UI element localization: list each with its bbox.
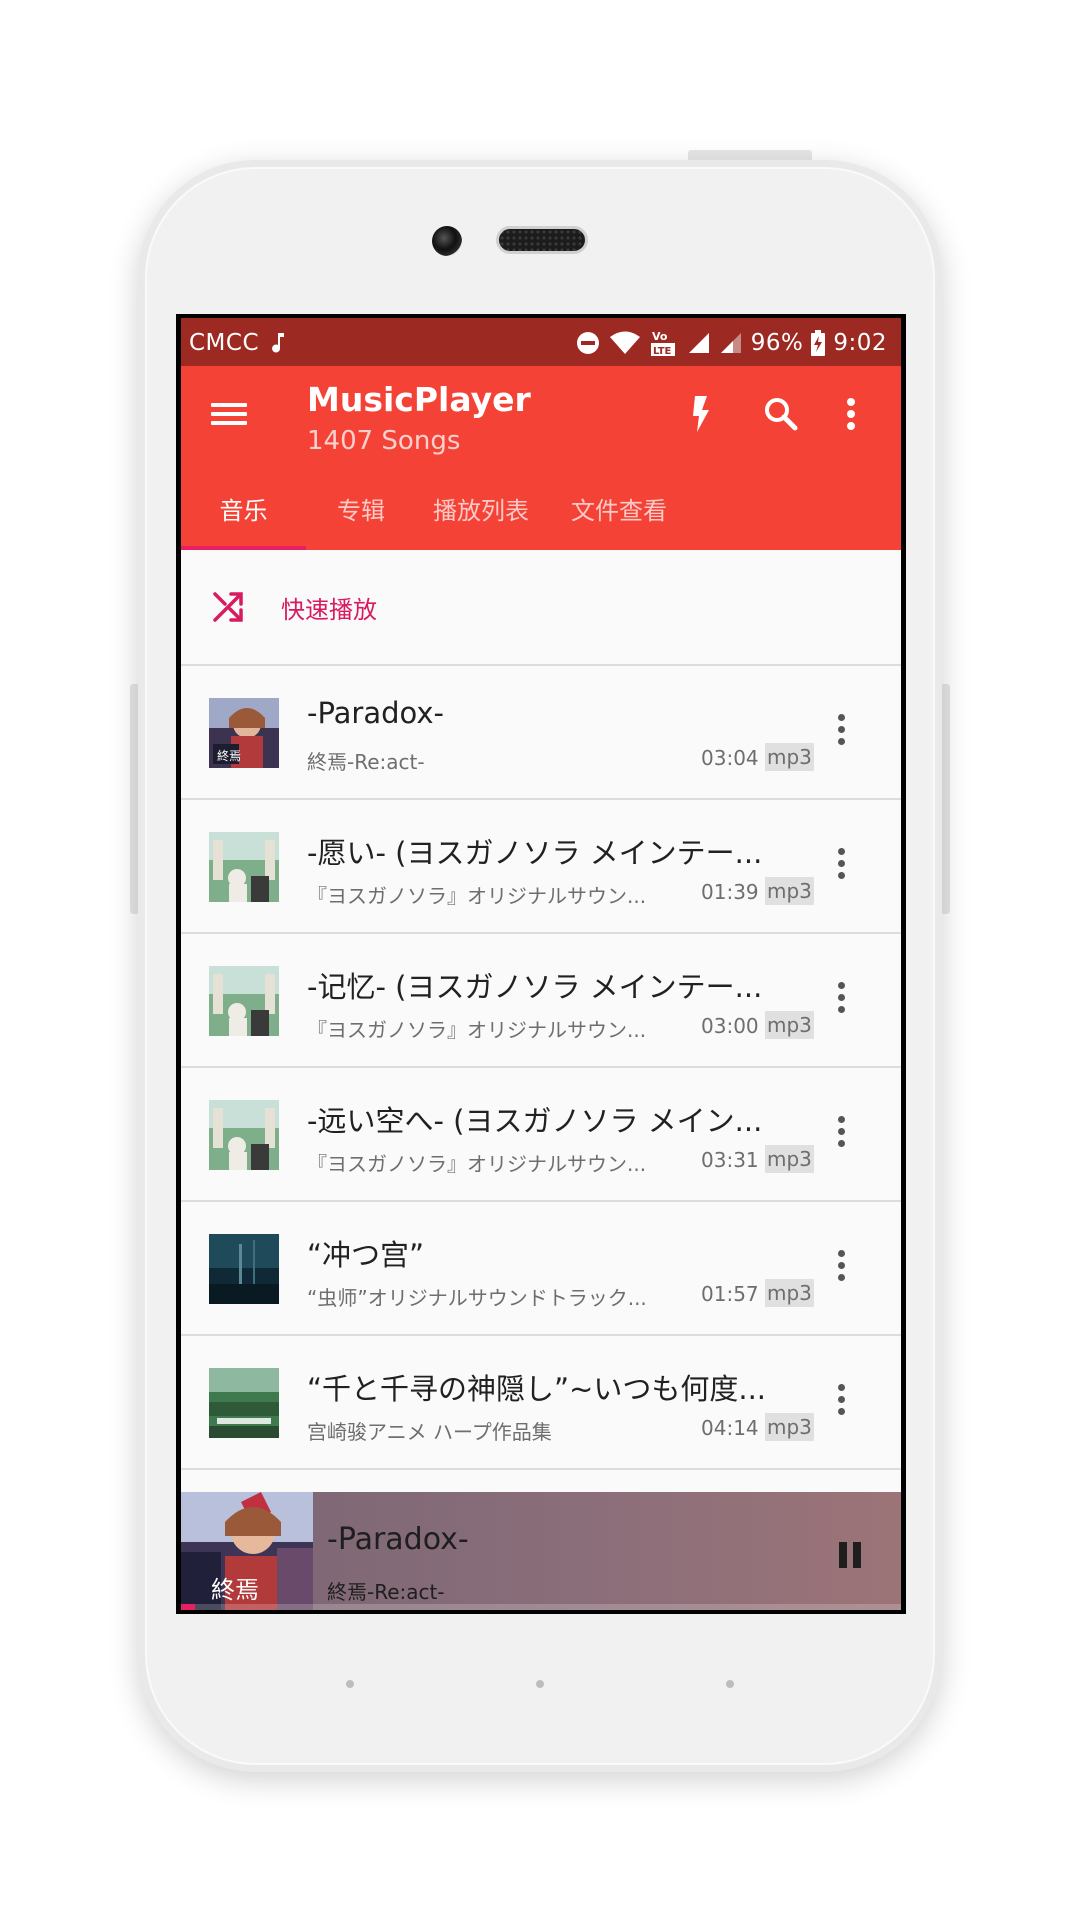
signal-icon-2: [720, 333, 741, 353]
song-more-icon[interactable]: [837, 714, 847, 750]
search-icon[interactable]: [757, 390, 805, 438]
tab-files[interactable]: 文件查看: [559, 476, 679, 550]
svg-text:LTE: LTE: [653, 346, 672, 357]
shuffle-icon: [213, 592, 243, 622]
song-list: 終焉 -Paradox- 終焉-Re:act- 03:04 mp3 -愿い- (…: [181, 666, 901, 1470]
song-row[interactable]: “冲つ宫” “虫师”オリジナルサウンドトラック... 01:57 mp3: [181, 1202, 901, 1336]
now-playing-bar[interactable]: 終焉 -Paradox- 終焉-Re:act-: [181, 1492, 901, 1610]
song-duration: 04:14: [701, 1416, 759, 1440]
song-row[interactable]: -记忆- (ヨスガノソラ メインテー... 『ヨスガノソラ』オリジナルサウン..…: [181, 934, 901, 1068]
volte-lte-icon: Vo LTE: [650, 330, 675, 357]
song-title: -Paradox-: [307, 696, 444, 730]
album-art: [209, 966, 279, 1036]
nav-recents-dot[interactable]: [726, 1680, 734, 1688]
flash-icon[interactable]: [677, 390, 725, 438]
song-more-icon[interactable]: [837, 982, 847, 1018]
song-album: 終焉-Re:act-: [307, 750, 425, 774]
tab-bar: 音乐 专辑 播放列表 文件查看: [181, 476, 901, 550]
song-album: 『ヨスガノソラ』オリジナルサウン...: [307, 1018, 647, 1042]
wifi-icon: [609, 331, 640, 354]
playback-progress-fill: [181, 1604, 196, 1610]
song-title: -愿い- (ヨスガノソラ メインテー...: [307, 836, 763, 870]
song-more-icon[interactable]: [837, 1116, 847, 1152]
app-screen: CMCC Vo LTE 96% 9:02 MusicPlayer 1407 So…: [181, 318, 901, 1610]
song-row[interactable]: -愿い- (ヨスガノソラ メインテー... 『ヨスガノソラ』オリジナルサウン..…: [181, 800, 901, 934]
tab-music[interactable]: 音乐: [181, 476, 306, 550]
song-title: -记忆- (ヨスガノソラ メインテー...: [307, 970, 763, 1004]
clock: 9:02: [833, 330, 887, 356]
album-art: [209, 1234, 279, 1304]
album-art: [209, 832, 279, 902]
song-album: 『ヨスガノソラ』オリジナルサウン...: [307, 884, 647, 908]
front-camera: [432, 226, 462, 256]
song-duration: 03:31: [701, 1148, 759, 1172]
song-row[interactable]: 終焉 -Paradox- 終焉-Re:act- 03:04 mp3: [181, 666, 901, 800]
format-badge: mp3: [765, 1011, 814, 1039]
song-count: 1407 Songs: [307, 426, 461, 456]
song-more-icon[interactable]: [837, 848, 847, 884]
song-album: “虫师”オリジナルサウンドトラック...: [307, 1286, 647, 1310]
format-badge: mp3: [765, 1413, 814, 1441]
shuffle-play-row[interactable]: 快速播放: [181, 550, 901, 666]
album-art: [209, 1368, 279, 1438]
song-duration: 03:04: [701, 746, 759, 770]
battery-percent: 96%: [750, 330, 804, 356]
song-row[interactable]: “千と千寻の神隠し”~いつも何度... 宫崎骏アニメ ハープ作品集 04:14 …: [181, 1336, 901, 1470]
music-note-icon: [272, 333, 285, 353]
hamburger-menu-icon[interactable]: [211, 400, 247, 436]
signal-icon: [688, 333, 709, 353]
pause-icon[interactable]: [839, 1542, 863, 1568]
song-album: 『ヨスガノソラ』オリジナルサウン...: [307, 1152, 647, 1176]
song-duration: 01:39: [701, 880, 759, 904]
format-badge: mp3: [765, 1279, 814, 1307]
earpiece-speaker: [496, 226, 588, 254]
more-vert-icon[interactable]: [827, 390, 875, 438]
app-bar: MusicPlayer 1407 Songs 音乐 专辑 播放列表 文件查看: [181, 366, 901, 550]
song-title: “千と千寻の神隠し”~いつも何度...: [307, 1372, 767, 1406]
format-badge: mp3: [765, 743, 814, 771]
status-bar: CMCC Vo LTE 96% 9:02: [181, 318, 901, 366]
playback-progress[interactable]: [181, 1604, 901, 1610]
svg-text:終焉: 終焉: [211, 1576, 259, 1604]
now-playing-album: 終焉-Re:act-: [327, 1580, 445, 1604]
song-more-icon[interactable]: [837, 1384, 847, 1420]
now-playing-album-art: 終焉: [181, 1492, 313, 1610]
phone-screen: CMCC Vo LTE 96% 9:02 MusicPlayer 1407 So…: [176, 314, 906, 1614]
shuffle-label: 快速播放: [281, 596, 377, 624]
do-not-disturb-icon: [576, 332, 599, 354]
now-playing-title: -Paradox-: [327, 1522, 469, 1557]
nav-back-dot[interactable]: [346, 1680, 354, 1688]
battery-charging-icon: [811, 330, 826, 356]
song-album: 宫崎骏アニメ ハープ作品集: [307, 1420, 552, 1444]
song-more-icon[interactable]: [837, 1250, 847, 1286]
album-art: 終焉: [209, 698, 279, 768]
format-badge: mp3: [765, 1145, 814, 1173]
tab-playlists[interactable]: 播放列表: [421, 476, 541, 550]
svg-text:終焉: 終焉: [217, 748, 241, 763]
app-title: MusicPlayer: [307, 380, 531, 419]
song-title: -远い空へ- (ヨスガノソラ メイン...: [307, 1104, 763, 1138]
song-duration: 01:57: [701, 1282, 759, 1306]
nav-home-dot[interactable]: [536, 1680, 544, 1688]
song-duration: 03:00: [701, 1014, 759, 1038]
song-row[interactable]: -远い空へ- (ヨスガノソラ メイン... 『ヨスガノソラ』オリジナルサウン..…: [181, 1068, 901, 1202]
carrier-label: CMCC: [189, 330, 260, 356]
song-title: “冲つ宫”: [307, 1238, 425, 1272]
tab-albums[interactable]: 专辑: [321, 476, 401, 550]
format-badge: mp3: [765, 877, 814, 905]
album-art: [209, 1100, 279, 1170]
svg-text:Vo: Vo: [652, 330, 668, 343]
